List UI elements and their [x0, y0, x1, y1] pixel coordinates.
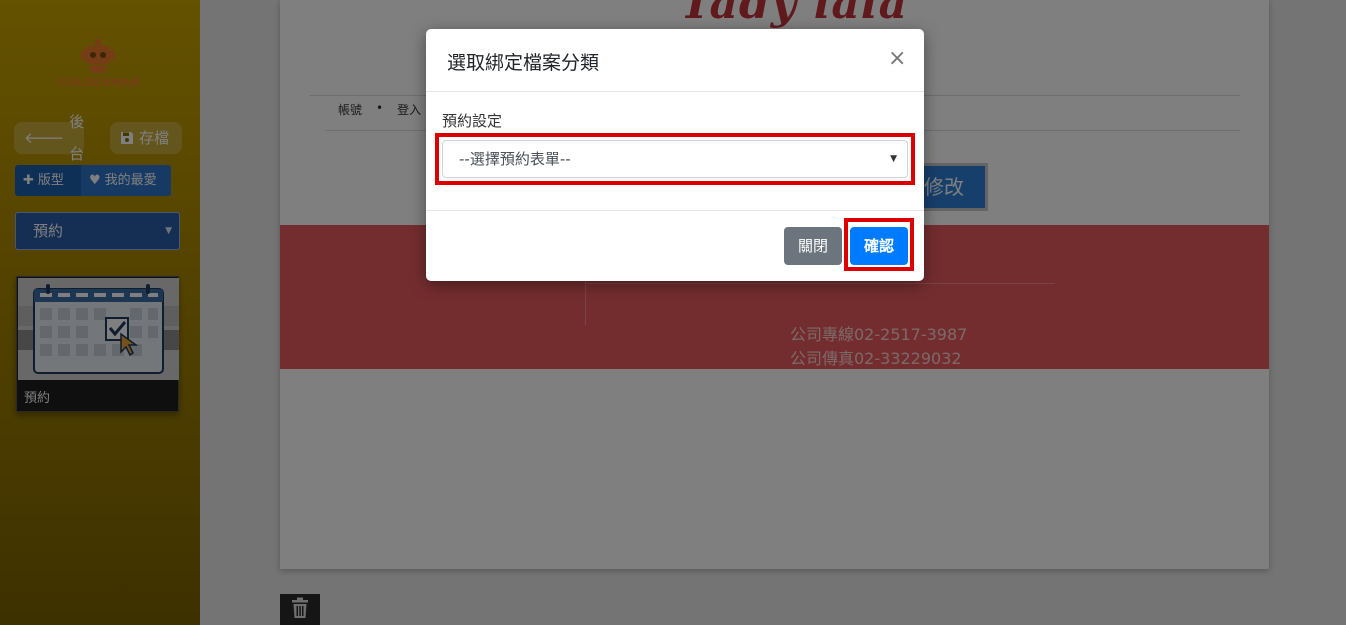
- booking-settings-label: 預約設定: [442, 112, 503, 130]
- close-icon[interactable]: ×: [888, 47, 906, 71]
- chevron-down-icon: ▼: [890, 154, 897, 164]
- close-button[interactable]: 關閉: [784, 227, 842, 265]
- modal-header: 選取綁定檔案分類 ×: [426, 29, 924, 92]
- confirm-button[interactable]: 確認: [850, 227, 908, 265]
- bind-category-modal: 選取綁定檔案分類 × 預約設定 --選擇預約表單-- ▼ 關閉 確認: [426, 29, 924, 281]
- modal-footer-divider: [426, 210, 924, 211]
- modal-title: 選取綁定檔案分類: [447, 52, 600, 74]
- booking-form-select[interactable]: --選擇預約表單-- ▼: [442, 140, 908, 178]
- booking-form-select-value: --選擇預約表單--: [459, 150, 571, 168]
